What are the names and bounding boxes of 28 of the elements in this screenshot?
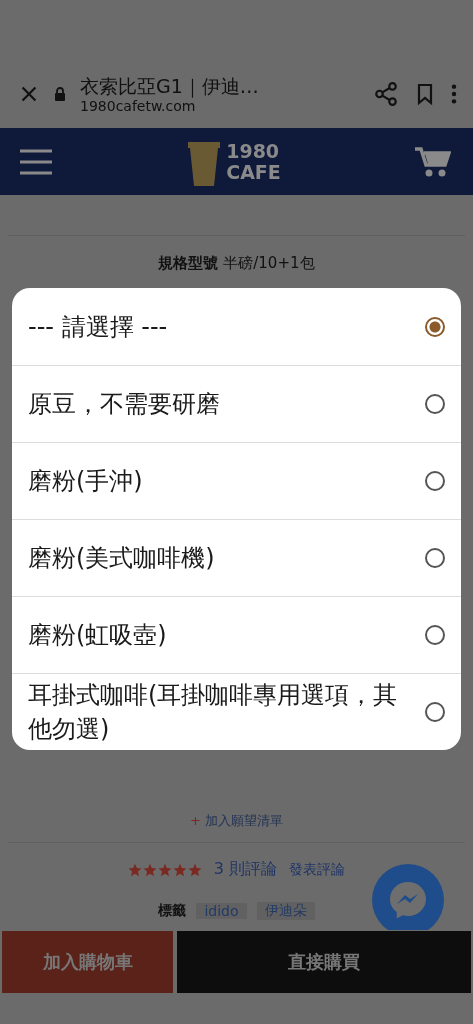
radio-button[interactable] — [425, 702, 445, 722]
option-item[interactable]: 磨粉(虹吸壺) — [12, 596, 461, 673]
add-to-cart-button[interactable]: 加入購物車 — [2, 931, 173, 993]
spec-text: 規格型號 半磅/10+1包 — [157, 254, 316, 273]
radio-button[interactable] — [425, 471, 445, 491]
cart-icon[interactable] — [415, 145, 451, 178]
more-icon[interactable] — [451, 83, 457, 105]
radio-button[interactable] — [425, 625, 445, 645]
option-item[interactable]: 磨粉(美式咖啡機) — [12, 519, 461, 596]
page-title: 衣索比亞G1｜伊迪… — [80, 74, 260, 98]
logo-text: CAFE — [226, 161, 281, 183]
url-text[interactable]: 1980cafetw.com — [80, 98, 359, 114]
option-item[interactable]: 耳掛式咖啡(耳掛咖啡專用選項，其他勿選) — [12, 673, 461, 750]
lock-icon — [54, 87, 66, 101]
radio-button[interactable] — [425, 394, 445, 414]
buy-now-button[interactable]: 直接購買 — [177, 931, 471, 993]
tags-label: 標籤 — [158, 902, 187, 920]
option-item[interactable]: 磨粉(手沖) — [12, 442, 461, 519]
share-icon[interactable] — [373, 81, 399, 107]
radio-button[interactable] — [425, 548, 445, 568]
option-item[interactable]: 原豆，不需要研磨 — [12, 365, 461, 442]
logo-text: 1980 — [226, 140, 281, 162]
wishlist-link[interactable]: + 加入願望清單 — [8, 812, 465, 830]
write-review-link[interactable]: 發表評論 — [289, 860, 346, 879]
option-item[interactable]: --- 請選擇 --- — [12, 288, 461, 365]
menu-icon[interactable] — [20, 148, 52, 175]
review-count-link[interactable]: 3 則評論 — [213, 859, 278, 880]
radio-button[interactable] — [425, 316, 445, 337]
